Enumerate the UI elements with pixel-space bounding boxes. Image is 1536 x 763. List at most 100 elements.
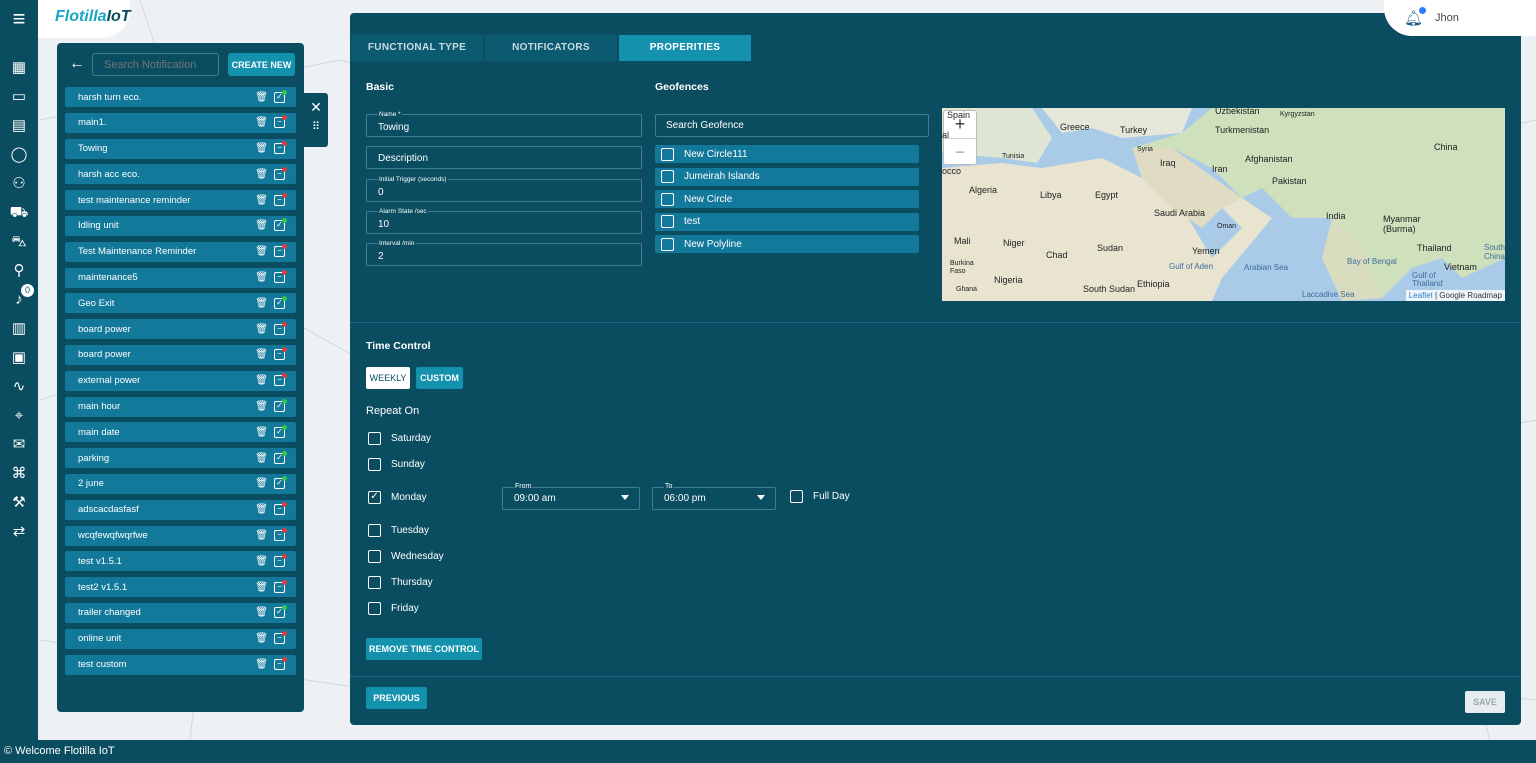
app-logo[interactable]: FlotillaIoT [55,8,131,26]
save-button[interactable]: SAVE [1465,691,1505,713]
users-group-icon[interactable]: ⚇ [0,169,38,198]
toggle-icon[interactable]: − [274,502,287,516]
route-icon[interactable]: ∿ [0,372,38,401]
list-item[interactable]: adscacdasfasf 🗑︎ − [65,499,296,520]
geofence-item[interactable]: New Circle [655,190,919,209]
toggle-icon[interactable]: − [274,192,287,206]
list-item[interactable]: harsh turn eco. 🗑︎ ✓ [65,87,296,107]
toggle-icon[interactable]: − [274,373,287,387]
toggle-icon[interactable]: ✓ [274,295,287,309]
list-item[interactable]: Idling unit 🗑︎ ✓ [65,215,296,236]
reports-icon[interactable]: ▤ [0,111,38,140]
geofence-map[interactable]: + − Spain al Greece Turkey Uzbekistan Ky… [942,108,1505,301]
dashboard-icon[interactable]: ▦ [0,53,38,82]
zoom-out-button[interactable]: − [944,138,976,165]
trash-icon[interactable]: 🗑︎ [255,117,268,128]
geofence-item[interactable]: test [655,212,919,231]
bell-icon[interactable]: ♪ 0 [0,284,38,314]
interval-field[interactable]: Interval /min 2 [366,240,642,266]
day-checkbox-wednesday[interactable]: Wednesday [368,550,444,563]
day-checkbox-sunday[interactable]: Sunday [368,458,425,471]
name-field[interactable]: Name * Towing [366,111,642,137]
list-item[interactable]: harsh acc eco. 🗑︎ − [65,164,296,185]
list-item[interactable]: test v1.5.1 🗑︎ − [65,551,296,572]
list-item[interactable]: wcqfewqfwqrfwe 🗑︎ − [65,525,296,546]
trash-icon[interactable]: 🗑︎ [255,659,268,670]
wrench-icon[interactable]: ⚒ [0,488,38,517]
day-checkbox-friday[interactable]: Friday [368,602,419,615]
tab-functional-type[interactable]: FUNCTIONAL TYPE [351,35,483,61]
user-menu[interactable]: 🔔︎ Jhon [1384,0,1536,36]
trash-icon[interactable]: 🗑︎ [255,607,268,618]
settings-flow-icon[interactable]: ⇄ [0,517,38,546]
toggle-icon[interactable]: − [274,347,287,361]
alarm-state-field[interactable]: Alarm State /sec 10 [366,208,642,234]
list-item[interactable]: board power 🗑︎ − [65,344,296,365]
list-item[interactable]: parking 🗑︎ ✓ [65,448,296,469]
leaflet-link[interactable]: Leaflet [1409,291,1433,300]
tab-notificators[interactable]: NOTIFICATORS [485,35,617,61]
trash-icon[interactable]: 🗑︎ [255,143,268,154]
checkbox-icon[interactable] [661,237,674,251]
list-item[interactable]: external power 🗑︎ − [65,370,296,391]
list-item[interactable]: test2 v1.5.1 🗑︎ − [65,577,296,598]
initial-trigger-field[interactable]: Initial Trigger (seconds) 0 [366,176,642,202]
toggle-icon[interactable]: − [274,244,287,258]
toggle-icon[interactable]: ✓ [274,424,287,438]
monitor-icon[interactable]: ▭ [0,82,38,111]
toggle-icon[interactable]: ✓ [274,399,287,413]
day-checkbox-tuesday[interactable]: Tuesday [368,524,429,537]
bell-icon[interactable]: 🔔︎ [1404,7,1427,27]
trash-icon[interactable]: 🗑︎ [255,427,268,438]
day-checkbox-thursday[interactable]: Thursday [368,576,433,589]
list-item[interactable]: main date 🗑︎ ✓ [65,422,296,443]
geofence-item[interactable]: New Circle111 [655,145,919,163]
remove-time-control-button[interactable]: REMOVE TIME CONTROL [366,638,482,660]
list-item[interactable]: board power 🗑︎ − [65,319,296,340]
weekly-button[interactable]: WEEKLY [366,367,410,389]
toggle-icon[interactable]: − [274,528,287,542]
to-time-select[interactable]: To 06:00 pm [652,483,776,510]
trash-icon[interactable]: 🗑︎ [255,401,268,412]
toggle-icon[interactable]: ✓ [274,218,287,232]
toggle-icon[interactable]: − [274,657,287,671]
toggle-icon[interactable]: ✓ [274,476,287,490]
checkbox-icon[interactable] [661,170,674,184]
trash-icon[interactable]: 🗑︎ [255,504,268,515]
user-icon[interactable]: ◯ [0,140,38,169]
toggle-icon[interactable]: − [274,115,287,129]
trash-icon[interactable]: 🗑︎ [255,272,268,283]
back-arrow-icon[interactable]: ← [69,55,85,73]
list-item[interactable]: online unit 🗑︎ − [65,628,296,649]
trash-icon[interactable]: 🗑︎ [255,478,268,489]
custom-button[interactable]: CUSTOM [416,367,463,389]
trash-icon[interactable]: 🗑︎ [255,298,268,309]
truck-icon[interactable]: ⛟ [0,198,38,227]
toggle-icon[interactable]: − [274,270,287,284]
geofence-item[interactable]: Jumeirah Islands [655,167,919,186]
trash-icon[interactable]: 🗑︎ [255,92,268,103]
car-icon[interactable]: ⛍ [0,227,38,256]
drag-handle-icon[interactable]: ⠿ [304,120,328,133]
list-item[interactable]: 2 june 🗑︎ ✓ [65,473,296,494]
list-item[interactable]: trailer changed 🗑︎ ✓ [65,602,296,623]
driver-icon[interactable]: ⚲ [0,256,38,285]
list-item[interactable]: main1. 🗑︎ − [65,112,296,133]
create-new-button[interactable]: CREATE NEW [228,53,295,76]
trash-icon[interactable]: 🗑︎ [255,349,268,360]
list-item[interactable]: Towing 🗑︎ − [65,138,296,159]
trash-icon[interactable]: 🗑︎ [255,169,268,180]
geofence-item[interactable]: New Polyline [655,235,919,254]
trash-icon[interactable]: 🗑︎ [255,582,268,593]
command-icon[interactable]: ⌘ [0,459,38,488]
trash-icon[interactable]: 🗑︎ [255,556,268,567]
checkbox-icon[interactable] [661,192,674,206]
toggle-icon[interactable]: ✓ [274,605,287,619]
previous-button[interactable]: PREVIOUS [366,687,427,709]
tab-properties[interactable]: PROPERITIES [619,35,751,61]
list-item[interactable]: Test Maintenance Reminder 🗑︎ − [65,241,296,262]
search-notification-input[interactable] [92,53,219,76]
trash-icon[interactable]: 🗑︎ [255,453,268,464]
list-item[interactable]: Geo Exit 🗑︎ ✓ [65,293,296,314]
day-checkbox-saturday[interactable]: Saturday [368,432,431,445]
